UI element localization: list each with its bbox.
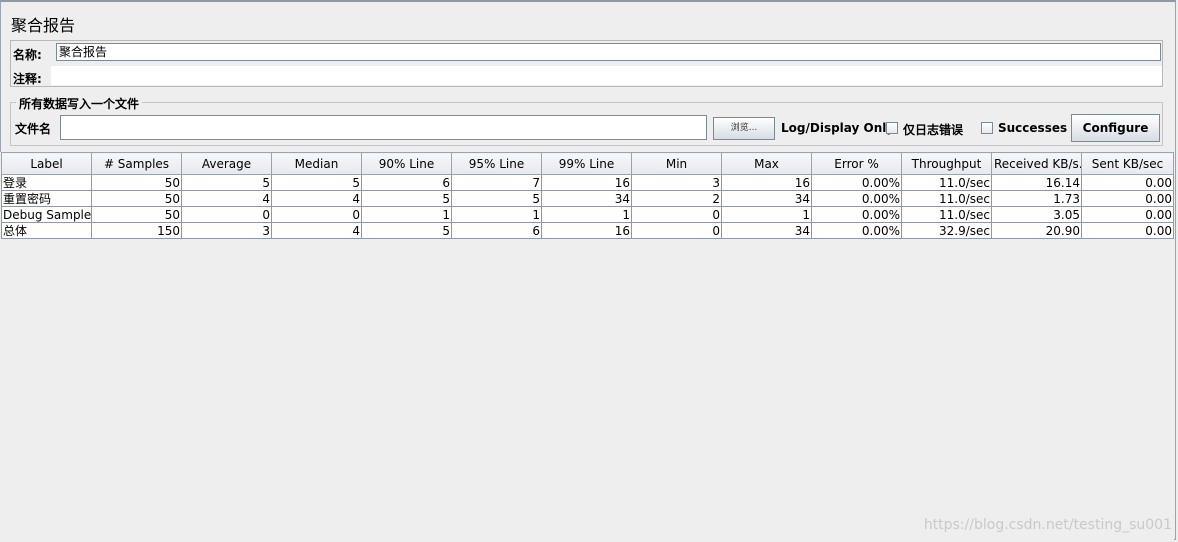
table-cell: 5 bbox=[271, 174, 362, 191]
table-cell: 50 bbox=[91, 206, 182, 223]
table-cell: 3.05 bbox=[991, 206, 1082, 223]
table-cell: 总体 bbox=[1, 222, 92, 239]
column-header[interactable]: Received KB/s... bbox=[991, 152, 1082, 175]
table-cell: 0.00% bbox=[811, 222, 902, 239]
table-cell: 0.00 bbox=[1081, 222, 1174, 239]
table-cell: 0.00 bbox=[1081, 190, 1174, 207]
results-table-area: Label # Samples Average Median 90% Line … bbox=[0, 152, 1174, 540]
table-cell: 11.0/sec bbox=[901, 174, 992, 191]
name-input[interactable]: 聚合报告 bbox=[56, 43, 1161, 61]
column-header[interactable]: Min bbox=[631, 152, 722, 175]
table-cell: 5 bbox=[451, 190, 542, 207]
table-cell: 登录 bbox=[1, 174, 92, 191]
aggregate-results-table: Label # Samples Average Median 90% Line … bbox=[1, 152, 1174, 239]
table-cell: 20.90 bbox=[991, 222, 1082, 239]
table-cell: 34 bbox=[721, 190, 812, 207]
table-cell: 150 bbox=[91, 222, 182, 239]
column-header[interactable]: Label bbox=[1, 152, 92, 175]
table-cell: 1 bbox=[721, 206, 812, 223]
table-row-total[interactable]: 总体 150 3 4 5 6 16 0 34 0.00% 32.9/sec 20… bbox=[1, 222, 1174, 239]
table-cell: 4 bbox=[271, 222, 362, 239]
table-cell: 0.00 bbox=[1081, 174, 1174, 191]
table-cell: 32.9/sec bbox=[901, 222, 992, 239]
column-header[interactable]: # Samples bbox=[91, 152, 182, 175]
errors-only-label: 仅日志错误 bbox=[903, 123, 964, 137]
table-cell: 1 bbox=[451, 206, 542, 223]
table-cell: 1 bbox=[541, 206, 632, 223]
browse-button[interactable]: 浏览... bbox=[713, 117, 775, 140]
table-cell: 6 bbox=[361, 174, 452, 191]
table-row[interactable]: Debug Sampler 50 0 0 1 1 1 0 1 0.00% 11.… bbox=[1, 206, 1174, 223]
table-cell: 0 bbox=[631, 206, 722, 223]
table-cell: 11.0/sec bbox=[901, 190, 992, 207]
table-cell: 16 bbox=[541, 222, 632, 239]
column-header[interactable]: Average bbox=[181, 152, 272, 175]
column-header[interactable]: 99% Line bbox=[541, 152, 632, 175]
column-header[interactable]: Max bbox=[721, 152, 812, 175]
table-cell: 16 bbox=[721, 174, 812, 191]
table-cell: 5 bbox=[361, 190, 452, 207]
table-cell: 3 bbox=[181, 222, 272, 239]
column-header[interactable]: Sent KB/sec bbox=[1081, 152, 1174, 175]
page-title: 聚合报告 bbox=[11, 16, 76, 35]
errors-only-checkbox[interactable] bbox=[886, 122, 898, 134]
watermark: https://blog.csdn.net/testing_su001 bbox=[923, 517, 1172, 533]
file-name-label: 文件名 bbox=[15, 122, 52, 136]
comment-label: 注释: bbox=[13, 72, 42, 86]
table-cell: 重置密码 bbox=[1, 190, 92, 207]
column-header[interactable]: 90% Line bbox=[361, 152, 452, 175]
table-cell: 16 bbox=[541, 174, 632, 191]
table-cell: 50 bbox=[91, 174, 182, 191]
table-cell: 0.00% bbox=[811, 190, 902, 207]
table-row[interactable]: 登录 50 5 5 6 7 16 3 16 0.00% 11.0/sec 16.… bbox=[1, 174, 1174, 191]
log-display-label: Log/Display Only: bbox=[781, 121, 899, 135]
table-cell: 4 bbox=[271, 190, 362, 207]
table-cell: 0.00% bbox=[811, 206, 902, 223]
successes-checkbox[interactable] bbox=[981, 122, 993, 134]
table-cell: 5 bbox=[361, 222, 452, 239]
name-comment-panel: 名称: 聚合报告 注释: bbox=[10, 40, 1163, 87]
file-name-input[interactable] bbox=[60, 115, 707, 140]
table-cell: 1.73 bbox=[991, 190, 1082, 207]
name-label: 名称: bbox=[13, 48, 42, 62]
table-cell: 11.0/sec bbox=[901, 206, 992, 223]
table-cell: 4 bbox=[181, 190, 272, 207]
column-header[interactable]: Median bbox=[271, 152, 362, 175]
table-row[interactable]: 重置密码 50 4 4 5 5 34 2 34 0.00% 11.0/sec 1… bbox=[1, 190, 1174, 207]
table-cell: 0.00% bbox=[811, 174, 902, 191]
table-cell: 16.14 bbox=[991, 174, 1082, 191]
table-cell: 0 bbox=[271, 206, 362, 223]
table-cell: 3 bbox=[631, 174, 722, 191]
column-header[interactable]: 95% Line bbox=[451, 152, 542, 175]
table-cell: 0 bbox=[631, 222, 722, 239]
table-cell: 7 bbox=[451, 174, 542, 191]
configure-button[interactable]: Configure bbox=[1071, 114, 1160, 142]
table-cell: 0.00 bbox=[1081, 206, 1174, 223]
successes-label: Successes bbox=[998, 121, 1068, 135]
file-group-legend: 所有数据写入一个文件 bbox=[16, 95, 143, 112]
column-header[interactable]: Throughput bbox=[901, 152, 992, 175]
table-cell: 50 bbox=[91, 190, 182, 207]
table-cell: 1 bbox=[361, 206, 452, 223]
table-cell: 5 bbox=[181, 174, 272, 191]
table-cell: Debug Sampler bbox=[1, 206, 92, 223]
table-cell: 0 bbox=[181, 206, 272, 223]
table-cell: 6 bbox=[451, 222, 542, 239]
table-header-row: Label # Samples Average Median 90% Line … bbox=[1, 152, 1174, 175]
column-header[interactable]: Error % bbox=[811, 152, 902, 175]
comment-input[interactable] bbox=[51, 66, 1162, 85]
table-cell: 34 bbox=[541, 190, 632, 207]
table-cell: 34 bbox=[721, 222, 812, 239]
table-cell: 2 bbox=[631, 190, 722, 207]
